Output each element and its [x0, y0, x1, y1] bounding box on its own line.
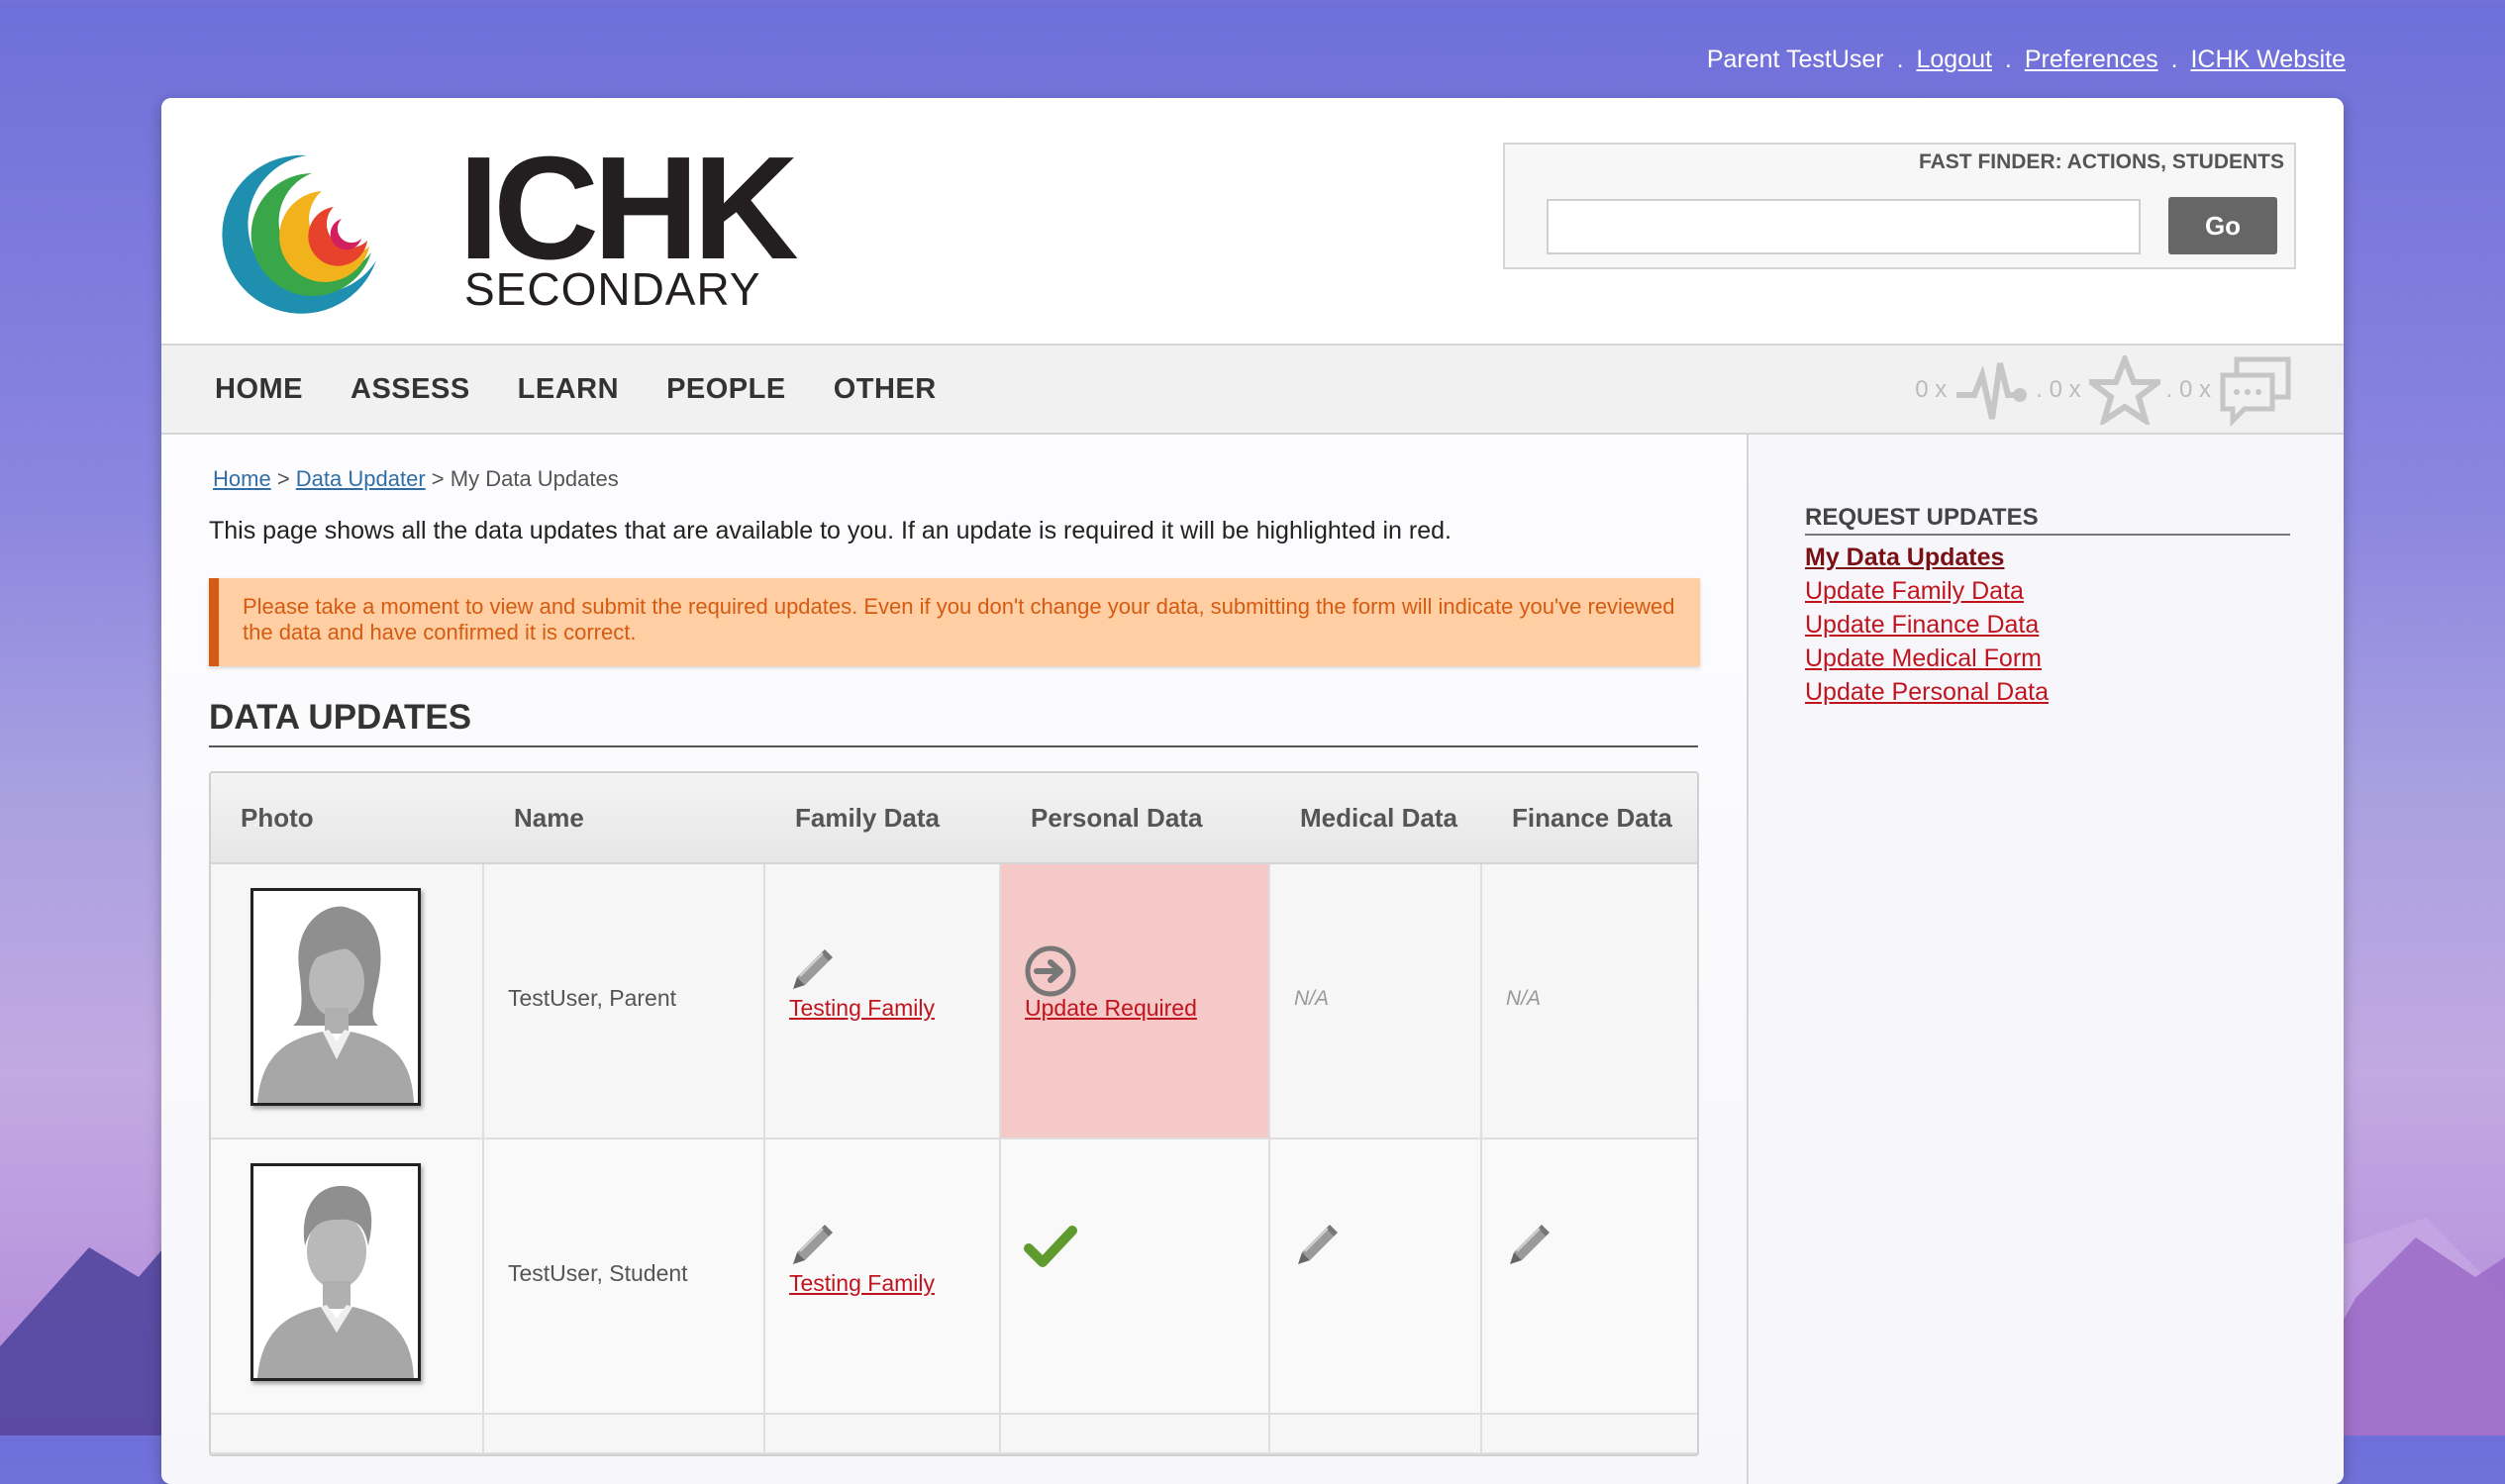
sidebar-item-update-personal-data[interactable]: Update Personal Data [1805, 678, 2049, 706]
current-user-label: Parent TestUser [1706, 46, 1884, 73]
avatar-male [250, 1163, 421, 1381]
sidebar-item-update-finance-data[interactable]: Update Finance Data [1805, 611, 2039, 639]
nav-people[interactable]: PEOPLE [666, 373, 786, 406]
sidebar-item-update-family-data[interactable]: Update Family Data [1805, 577, 2024, 605]
column-header-family: Family Data [795, 802, 940, 833]
logout-link[interactable]: Logout [1916, 46, 1991, 73]
main-panel: ICHK SECONDARY FAST FINDER: ACTIONS, STU… [161, 98, 2344, 1484]
star-icon[interactable] [2088, 355, 2160, 425]
go-button[interactable]: Go [2168, 197, 2277, 254]
top-user-links: Parent TestUser . Logout . Preferences .… [1707, 46, 2346, 74]
fast-finder: FAST FINDER: ACTIONS, STUDENTS Go [1503, 143, 2296, 269]
activity-pulse-icon[interactable] [1954, 355, 2030, 425]
breadcrumb-separator: > [276, 466, 290, 491]
family-data-link[interactable]: Testing Family [789, 995, 935, 1022]
sidebar-title: REQUEST UPDATES [1805, 504, 2290, 536]
finance-na: N/A [1506, 987, 1542, 1010]
sidebar-links: My Data Updates Update Family Data Updat… [1805, 541, 2049, 709]
fast-finder-title: FAST FINDER: ACTIONS, STUDENTS [1918, 150, 2284, 173]
nav-home[interactable]: HOME [215, 373, 303, 406]
family-data-link[interactable]: Testing Family [789, 1270, 935, 1297]
warning-alert: Please take a moment to view and submit … [209, 578, 1700, 666]
content-area: Home > Data Updater > My Data Updates Th… [161, 435, 2344, 1484]
breadcrumb-separator: > [431, 466, 445, 491]
nav-learn[interactable]: LEARN [518, 373, 619, 406]
nav-assess[interactable]: ASSESS [351, 373, 470, 406]
ichk-logo[interactable]: ICHK SECONDARY [213, 136, 799, 322]
section-title: DATA UPDATES [209, 698, 1698, 747]
column-header-name: Name [514, 802, 584, 833]
pencil-edit-icon[interactable] [787, 1219, 839, 1276]
breadcrumb-home[interactable]: Home [213, 466, 271, 491]
likes-count: . 0 x [2036, 376, 2081, 403]
notification-counters: 0 x . 0 x . 0 x [1915, 353, 2294, 427]
link-separator: . [2170, 46, 2178, 73]
table-row: TestUser, Parent Testing Family Update R… [211, 864, 1697, 1139]
column-header-finance: Finance Data [1512, 802, 1672, 833]
sidebar-item-my-data-updates[interactable]: My Data Updates [1805, 544, 2004, 571]
main-column: Home > Data Updater > My Data Updates Th… [161, 435, 1749, 1484]
table-row: TestUser, Student Testing Family [211, 1139, 1697, 1415]
column-header-medical: Medical Data [1300, 802, 1457, 833]
pencil-edit-icon[interactable] [1504, 1219, 1555, 1276]
update-required-link[interactable]: Update Required [1025, 995, 1197, 1022]
medical-na: N/A [1294, 987, 1330, 1010]
table-header: Photo Name Family Data Personal Data Med… [211, 773, 1697, 864]
link-separator: . [1896, 46, 1904, 73]
checkmark-icon [1023, 1219, 1078, 1280]
table-row [211, 1415, 1697, 1454]
messages-count: . 0 x [2165, 376, 2211, 403]
nav-other[interactable]: OTHER [834, 373, 937, 406]
breadcrumb-current: My Data Updates [450, 466, 619, 491]
fast-finder-input[interactable] [1547, 199, 2141, 254]
data-updates-table: Photo Name Family Data Personal Data Med… [209, 771, 1699, 1456]
messages-icon[interactable] [2219, 353, 2294, 427]
link-separator: . [2004, 46, 2012, 73]
intro-text: This page shows all the data updates tha… [209, 517, 1452, 544]
breadcrumb-data-updater[interactable]: Data Updater [296, 466, 426, 491]
breadcrumb: Home > Data Updater > My Data Updates [213, 466, 619, 492]
ichk-website-link[interactable]: ICHK Website [2190, 46, 2346, 73]
personal-data-required-cell: Update Required [1001, 864, 1270, 1138]
preferences-link[interactable]: Preferences [2025, 46, 2158, 73]
site-header: ICHK SECONDARY FAST FINDER: ACTIONS, STU… [161, 98, 2344, 346]
sidebar-item-update-medical-form[interactable]: Update Medical Form [1805, 644, 2042, 672]
pencil-edit-icon[interactable] [1292, 1219, 1344, 1276]
logo-swirl-icon [222, 154, 376, 314]
logo-title: ICHK [458, 127, 799, 290]
column-header-personal: Personal Data [1031, 802, 1203, 833]
pencil-edit-icon[interactable] [787, 943, 839, 1001]
person-name: TestUser, Parent [508, 985, 677, 1011]
main-navigation: HOME ASSESS LEARN PEOPLE OTHER 0 x . 0 x… [161, 346, 2344, 435]
avatar-female [250, 888, 421, 1106]
alerts-count: 0 x [1915, 376, 1948, 403]
column-header-photo: Photo [241, 802, 314, 833]
person-name: TestUser, Student [508, 1260, 688, 1286]
logo-subtitle: SECONDARY [464, 263, 761, 315]
